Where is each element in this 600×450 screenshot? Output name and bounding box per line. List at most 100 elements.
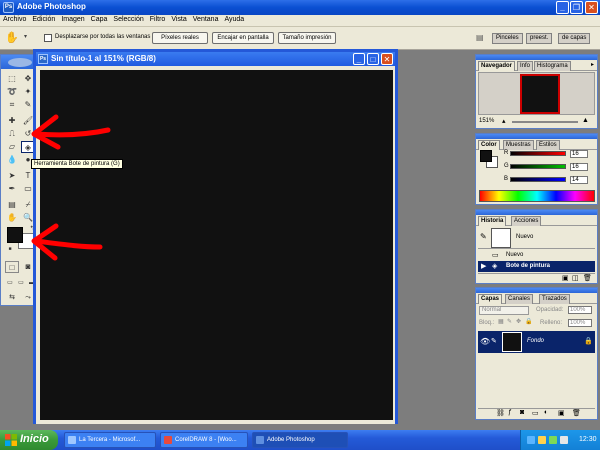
blend-mode-select[interactable]: Normal [479, 306, 529, 315]
menu-ayuda[interactable]: Ayuda [221, 15, 247, 24]
menu-seleccion[interactable]: Selección [110, 15, 146, 24]
document-maximize-button[interactable]: □ [367, 53, 379, 65]
taskbar-button-coreldraw[interactable]: CorelDRAW 8 - [Woo... [160, 432, 248, 448]
fill-value[interactable]: 100% [568, 319, 592, 327]
taskbar-button-photoshop[interactable]: Adobe Photoshop [252, 432, 348, 448]
tab-tool-presets[interactable]: preest. [526, 33, 553, 44]
color-spectrum-bar[interactable] [479, 190, 595, 202]
tab-color[interactable]: Color [478, 140, 500, 150]
lock-all-icon[interactable]: 🔒 [525, 318, 532, 325]
image-ready-icon[interactable]: ⇆ [5, 292, 19, 304]
tab-layers[interactable]: Capas [478, 294, 503, 304]
tab-info[interactable]: Info [517, 61, 534, 71]
tab-navigator[interactable]: Navegador [478, 61, 516, 71]
zoom-out-icon[interactable]: ▴ [502, 117, 506, 125]
path-selection-tool-icon[interactable]: ➤ [5, 170, 19, 182]
new-document-icon[interactable]: ▣ [562, 274, 569, 282]
zoom-level[interactable]: 151% [479, 118, 494, 124]
tool-preset-dropdown-icon[interactable]: ▾ [24, 33, 27, 40]
tab-actions[interactable]: Acciones [511, 216, 542, 226]
channel-g-slider[interactable] [510, 164, 566, 169]
lock-image-icon[interactable]: ✎ [507, 318, 512, 325]
channel-b-value[interactable]: 14 [570, 176, 588, 184]
fit-on-screen-button[interactable]: Encajar en pantalla [212, 32, 274, 44]
menu-capa[interactable]: Capa [88, 15, 111, 24]
document-close-button[interactable]: ✕ [381, 53, 393, 65]
tab-history[interactable]: Historia [478, 216, 507, 226]
layer-row-fondo[interactable]: 👁 ✎ Fondo 🔒 [478, 331, 595, 353]
pen-tool-icon[interactable]: ✒ [5, 183, 19, 195]
menu-ventana[interactable]: Ventana [190, 15, 222, 24]
trash-icon[interactable]: 🗑 [572, 409, 581, 417]
tab-channels[interactable]: Canales [505, 294, 534, 304]
crop-tool-icon[interactable]: ⌗ [5, 99, 19, 111]
foreground-color-swatch[interactable] [7, 227, 23, 243]
scroll-all-windows-checkbox[interactable] [44, 34, 52, 42]
menu-filtro[interactable]: Filtro [147, 15, 169, 24]
clone-stamp-tool-icon[interactable]: ⎍ [5, 128, 19, 140]
tray-app-icon[interactable] [538, 436, 546, 444]
network-icon[interactable] [527, 436, 535, 444]
healing-brush-tool-icon[interactable]: ✚ [5, 115, 19, 127]
menu-vista[interactable]: Vista [168, 15, 189, 24]
document-minimize-button[interactable]: _ [353, 53, 365, 65]
brush-link-icon[interactable]: ✎ [491, 337, 497, 345]
lock-transparency-icon[interactable]: ▦ [498, 318, 504, 325]
new-layer-icon[interactable]: ▣ [558, 409, 565, 417]
tray-app-icon[interactable] [549, 436, 557, 444]
channel-r-value[interactable]: 16 [570, 150, 588, 158]
zoom-in-icon[interactable]: ▲ [582, 117, 589, 124]
opacity-value[interactable]: 100% [568, 306, 592, 314]
eraser-tool-icon[interactable]: ▱ [5, 141, 19, 153]
actual-pixels-button[interactable]: Píxeles reales [152, 32, 208, 44]
marquee-tool-icon[interactable]: ⬚ [5, 73, 19, 85]
channel-b-slider[interactable] [510, 177, 566, 182]
restore-button[interactable]: ❐ [570, 1, 583, 14]
tab-styles[interactable]: Estilos [536, 140, 560, 150]
navigator-view-box[interactable] [520, 74, 560, 114]
history-item-new[interactable]: ▭ Nuevo [478, 250, 595, 261]
menu-archivo[interactable]: Archivo [0, 15, 29, 24]
tab-brushes[interactable]: Pinceles [492, 33, 523, 44]
feather-logo-icon[interactable] [8, 58, 32, 67]
tab-swatches[interactable]: Muestras [503, 140, 534, 150]
layer-set-icon[interactable]: ▭ [532, 409, 539, 417]
tab-layer-comps[interactable]: de capas [558, 33, 591, 44]
tab-histogram[interactable]: Histograma [534, 61, 571, 71]
minimize-button[interactable]: _ [556, 1, 569, 14]
history-brush-source-icon[interactable]: ✎ [480, 232, 487, 241]
document-canvas[interactable] [40, 70, 393, 420]
channel-r-slider[interactable] [510, 151, 566, 156]
print-size-button[interactable]: Tamaño impresión [278, 32, 336, 44]
hand-tool-icon[interactable]: ✋ [5, 31, 19, 44]
layer-style-icon[interactable]: ƒ [508, 409, 512, 416]
new-snapshot-icon[interactable]: ◫ [572, 274, 579, 282]
notes-tool-icon[interactable]: ▤ [5, 199, 19, 211]
coreldraw-icon [164, 436, 172, 444]
default-colors-icon[interactable]: ■ [3, 243, 17, 255]
link-layers-icon[interactable]: ⛓ [496, 409, 505, 417]
start-button[interactable]: Inicio [0, 430, 58, 450]
palette-menu-icon[interactable]: ▸ [591, 61, 594, 68]
menu-edicion[interactable]: Edición [29, 15, 58, 24]
volume-icon[interactable] [560, 436, 568, 444]
close-button[interactable]: ✕ [585, 1, 598, 14]
layer-mask-icon[interactable]: ◙ [520, 409, 524, 416]
trash-icon[interactable]: 🗑 [583, 274, 592, 282]
clock[interactable]: 12:30 [579, 436, 597, 443]
history-item-paint-bucket[interactable]: ▶ ◈ Bote de pintura [478, 261, 595, 272]
color-foreground-swatch[interactable] [480, 150, 492, 162]
zoom-slider[interactable] [512, 121, 578, 123]
blur-tool-icon[interactable]: 💧 [5, 154, 19, 166]
menu-imagen[interactable]: Imagen [58, 15, 87, 24]
eye-visibility-icon[interactable]: 👁 [480, 337, 490, 346]
lock-position-icon[interactable]: ✥ [516, 318, 521, 325]
channel-g-value[interactable]: 16 [570, 163, 588, 171]
taskbar-button-la-tercera[interactable]: La Tercera - Microsof... [64, 432, 156, 448]
tab-paths[interactable]: Trazados [539, 294, 570, 304]
standard-mode-icon[interactable]: □ [5, 261, 19, 273]
hand-tool-icon[interactable]: ✋ [5, 212, 19, 224]
adjustment-layer-icon[interactable]: ◐ [544, 409, 548, 416]
history-snapshot-row[interactable]: ✎ Nuevo [478, 227, 595, 249]
lasso-tool-icon[interactable]: ➰ [5, 86, 19, 98]
